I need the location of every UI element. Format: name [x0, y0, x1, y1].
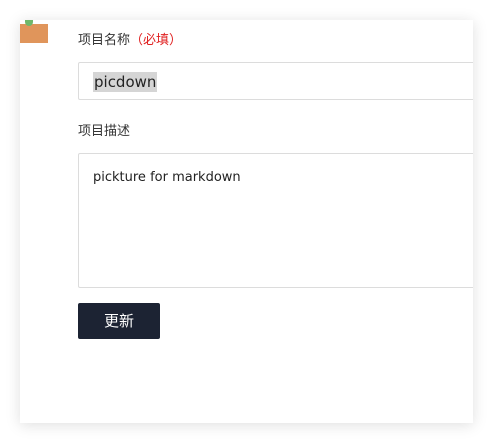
- project-name-label-text: 项目名称: [78, 33, 131, 48]
- project-description-textarea[interactable]: pickture for markdown: [78, 153, 473, 288]
- update-button[interactable]: 更新: [78, 303, 160, 339]
- project-description-value: pickture for markdown: [93, 170, 241, 185]
- project-name-value: picdown: [93, 72, 158, 92]
- project-settings-card: 项目名称（必填） picdown 项目描述 pickture for markd…: [20, 20, 473, 423]
- project-name-input[interactable]: picdown: [78, 62, 473, 100]
- required-marker: （必填）: [130, 33, 183, 48]
- project-thumbnail: [20, 20, 48, 43]
- project-name-label: 项目名称（必填）: [78, 32, 182, 50]
- project-description-label: 项目描述: [78, 124, 131, 139]
